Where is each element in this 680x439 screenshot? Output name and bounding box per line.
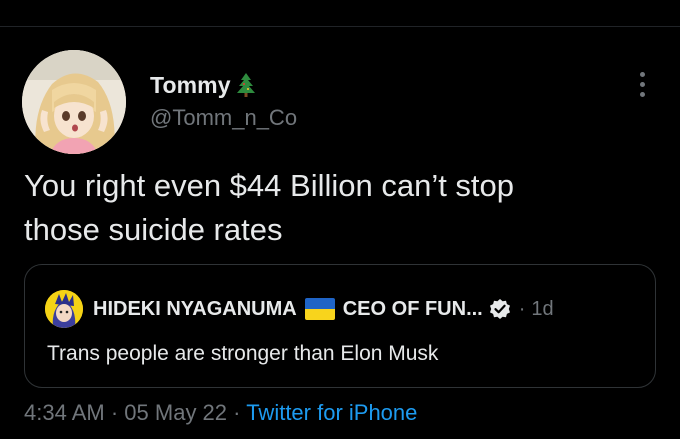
tweet-text-line: You right even $44 Billion can’t stop <box>24 168 515 203</box>
quoted-tweet-text: Trans people are stronger than Elon Musk <box>47 342 439 365</box>
quoted-author-avatar <box>45 290 83 328</box>
more-dot <box>639 91 645 97</box>
author-avatar[interactable] <box>22 50 126 154</box>
quoted-author-name-suffix: CEO OF FUN... <box>342 297 483 320</box>
quoted-tweet-card[interactable]: HIDEKI NYAGANUMA CEO OF FUN... · 1d Tran… <box>24 264 656 388</box>
tweet-text: You right even $44 Billion can’t stop th… <box>24 164 644 252</box>
more-options-icon[interactable] <box>624 64 660 104</box>
display-name-row: Tommy <box>150 71 297 99</box>
tweet-header: Tommy @Tomm_n_Co <box>150 71 297 131</box>
more-dot <box>639 81 645 87</box>
quoted-author-name: HIDEKI NYAGANUMA <box>93 297 297 320</box>
tweet-time[interactable]: 4:34 AM <box>24 400 105 425</box>
verified-badge-icon <box>489 298 511 320</box>
quoted-time[interactable]: 1d <box>531 298 553 321</box>
tweet-text-line: those suicide rates <box>24 212 283 247</box>
quoted-tweet-header: HIDEKI NYAGANUMA CEO OF FUN... · 1d <box>45 290 554 328</box>
author-handle[interactable]: @Tomm_n_Co <box>150 105 297 131</box>
ukraine-flag-icon <box>304 298 335 320</box>
author-avatar-image <box>22 50 126 154</box>
evergreen-tree-icon <box>235 72 257 98</box>
more-dot <box>639 71 645 77</box>
tweet-date[interactable]: 05 May 22 <box>124 400 227 425</box>
author-display-name[interactable]: Tommy <box>150 72 231 99</box>
meta-separator: · <box>110 400 119 425</box>
meta-separator: · <box>233 400 241 425</box>
tweet: Tommy @Tomm_n_Co You right even $44 Bill… <box>0 0 680 439</box>
quoted-separator: · <box>518 297 526 320</box>
tweet-source-link[interactable]: Twitter for iPhone <box>246 400 417 425</box>
tweet-meta: 4:34 AM · 05 May 22 · Twitter for iPhone <box>24 400 417 426</box>
